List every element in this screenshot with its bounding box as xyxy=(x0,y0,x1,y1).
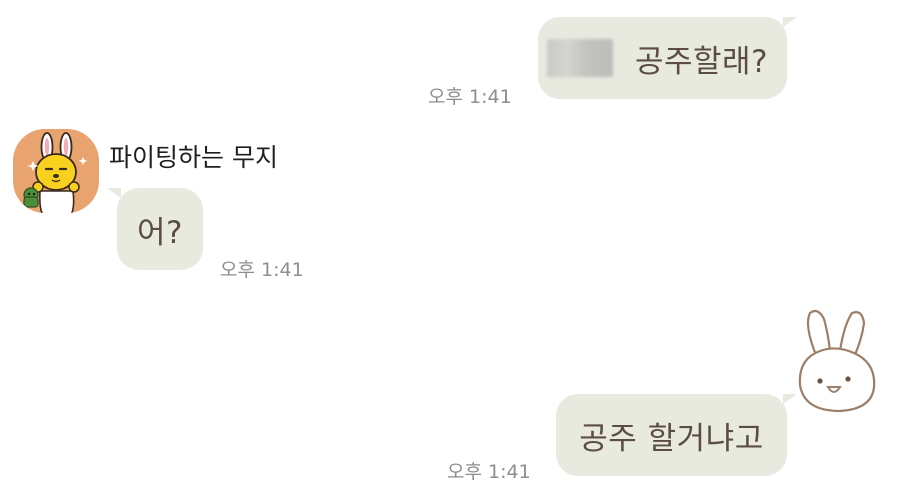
message-timestamp: 오후 1:41 xyxy=(428,86,512,108)
message-text: 공주 할거냐고 xyxy=(579,420,764,457)
message-timestamp: 오후 1:41 xyxy=(447,461,531,483)
message-text: 어? xyxy=(137,214,183,251)
white-bunny-emoticon-icon[interactable] xyxy=(790,305,882,417)
blurred-name-redaction xyxy=(547,39,613,77)
sender-name[interactable]: 파이팅하는 무지 xyxy=(109,138,278,174)
message-text: 공주할래? xyxy=(635,43,769,80)
incoming-message-bubble[interactable]: 어? xyxy=(107,188,203,270)
muzi-bunny-avatar-icon[interactable] xyxy=(13,129,99,213)
avatar-illustration xyxy=(23,132,88,213)
outgoing-message-bubble[interactable]: 공주 할거냐고 xyxy=(556,394,797,476)
message-timestamp: 오후 1:41 xyxy=(220,259,304,281)
bunny-emoticon-drawing xyxy=(798,309,876,413)
outgoing-message-bubble[interactable]: 공주할래? xyxy=(538,17,797,99)
